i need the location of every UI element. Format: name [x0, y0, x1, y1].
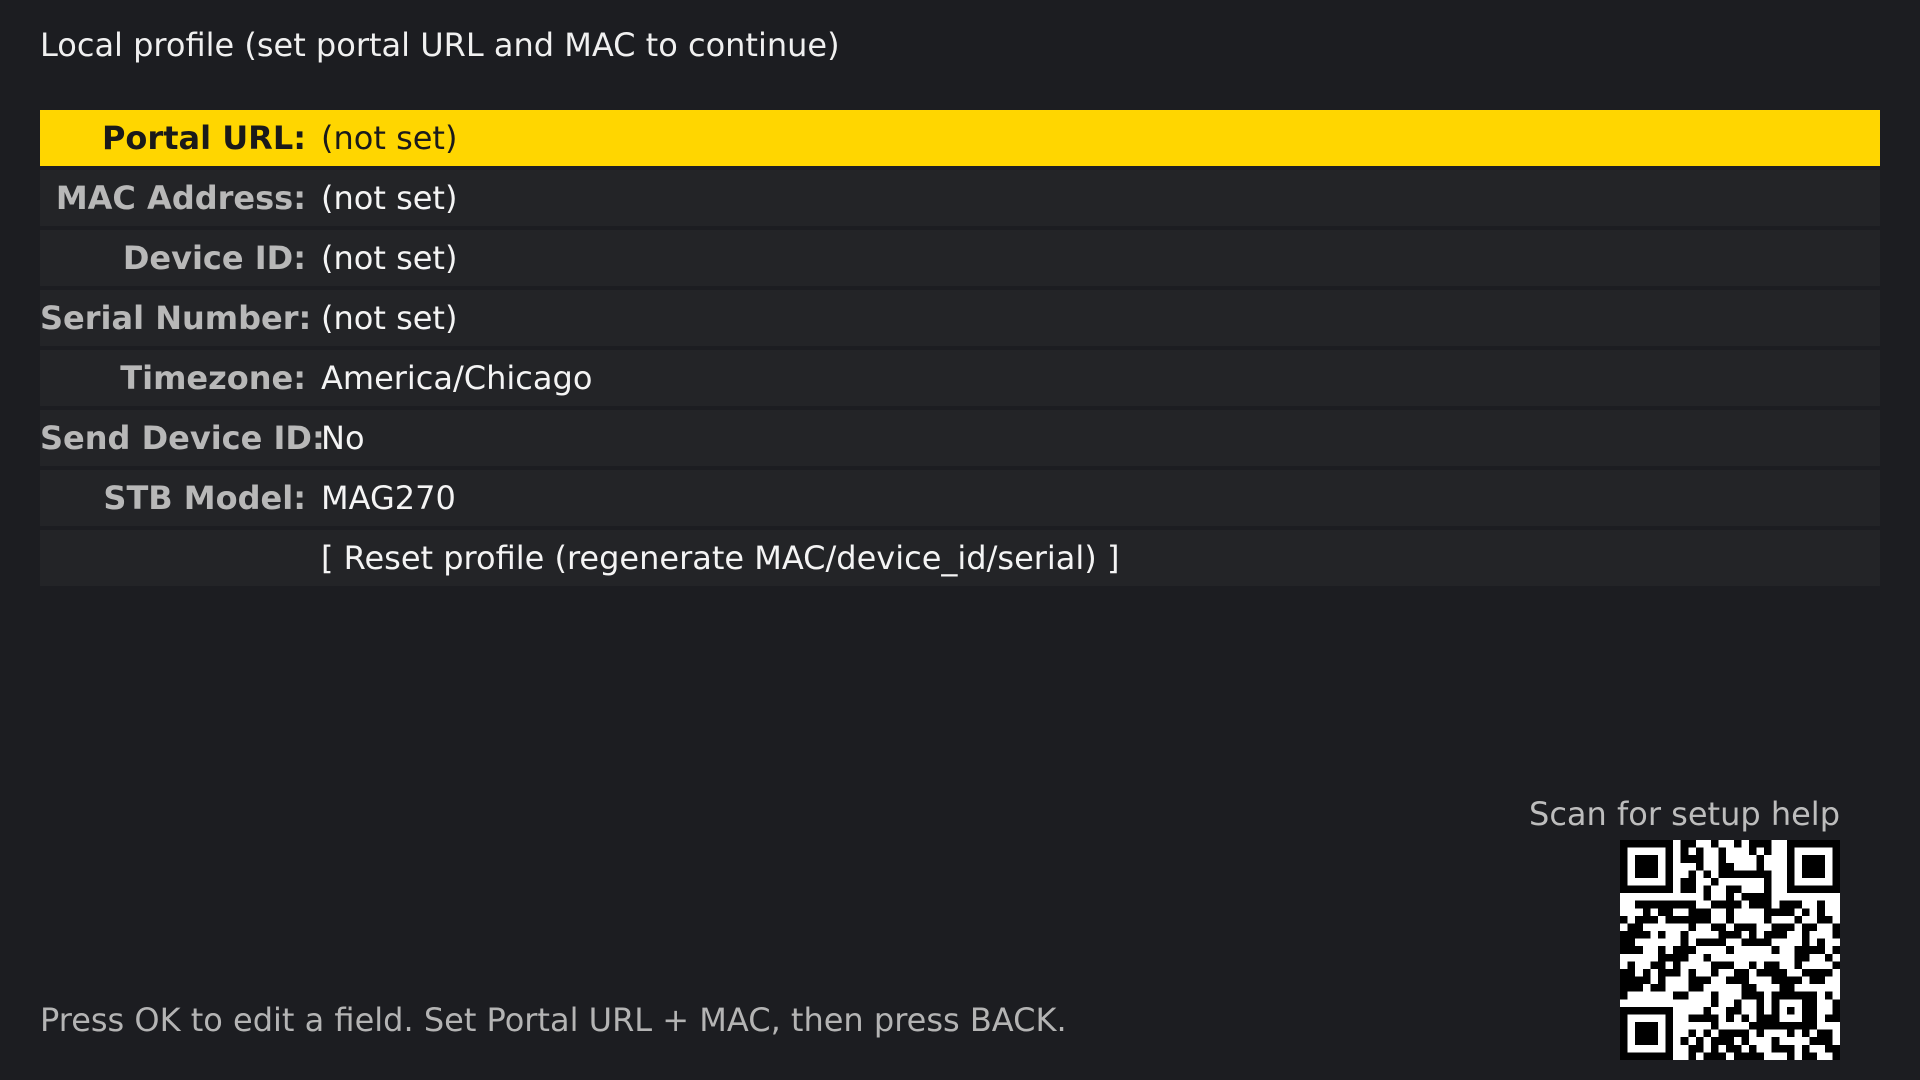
setting-value: (not set): [321, 119, 458, 157]
setting-row-device-id[interactable]: Device ID: (not set): [40, 230, 1880, 286]
qr-caption: Scan for setup help: [1529, 795, 1840, 833]
setting-value: (not set): [321, 179, 458, 217]
footer-hint: Press OK to edit a field. Set Portal URL…: [40, 1001, 1067, 1039]
setting-label: Send Device ID:: [40, 419, 325, 457]
setting-label: STB Model:: [103, 479, 306, 517]
reset-profile-button[interactable]: [ Reset profile (regenerate MAC/device_i…: [40, 530, 1880, 586]
setting-value: America/Chicago: [321, 359, 593, 397]
setting-value: (not set): [321, 299, 458, 337]
setup-screen: Local profile (set portal URL and MAC to…: [0, 0, 1920, 1080]
reset-profile-label: [ Reset profile (regenerate MAC/device_i…: [321, 539, 1120, 577]
setting-value: (not set): [321, 239, 458, 277]
setting-row-mac-address[interactable]: MAC Address: (not set): [40, 170, 1880, 226]
setting-label: Portal URL:: [101, 119, 306, 157]
qr-code-icon: [1620, 840, 1840, 1060]
setting-label: MAC Address:: [55, 179, 306, 217]
setting-value: No: [321, 419, 365, 457]
page-title: Local profile (set portal URL and MAC to…: [40, 26, 840, 64]
setting-row-timezone[interactable]: Timezone: America/Chicago: [40, 350, 1880, 406]
setting-row-send-device-id[interactable]: Send Device ID: No: [40, 410, 1880, 466]
setting-label: Timezone:: [120, 359, 306, 397]
setting-value: MAG270: [321, 479, 456, 517]
setting-row-stb-model[interactable]: STB Model: MAG270: [40, 470, 1880, 526]
setting-row-serial-number[interactable]: Serial Number: (not set): [40, 290, 1880, 346]
settings-list: Portal URL: (not set) MAC Address: (not …: [40, 110, 1880, 590]
setting-label: Serial Number:: [40, 299, 312, 337]
setting-row-portal-url[interactable]: Portal URL: (not set): [40, 110, 1880, 166]
setting-label: Device ID:: [122, 239, 306, 277]
